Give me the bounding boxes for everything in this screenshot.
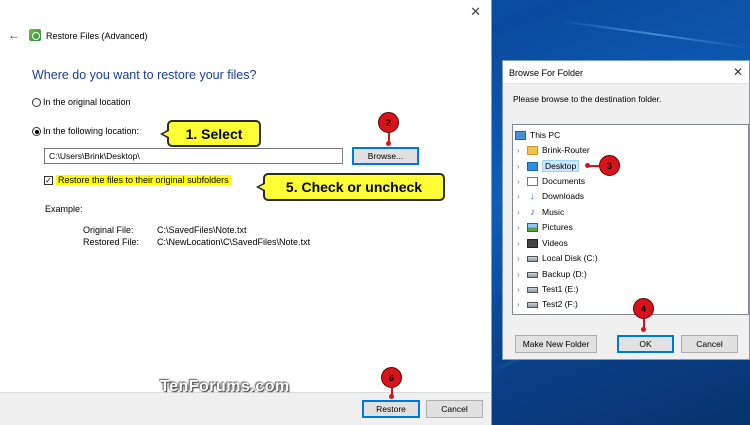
tree-item-desktop[interactable]: › Desktop — [517, 160, 580, 172]
tree-item-music[interactable]: › ♪ Music — [517, 207, 564, 217]
tree-item-label: Test2 (F:) — [542, 299, 578, 309]
pictures-icon — [527, 222, 538, 232]
chevron-right-icon[interactable]: › — [517, 270, 527, 279]
radio-original-location-label[interactable]: In the original location — [43, 97, 131, 107]
make-new-folder-button[interactable]: Make New Folder — [515, 335, 597, 353]
destination-path-input[interactable] — [44, 148, 343, 164]
chevron-right-icon[interactable]: › — [517, 192, 527, 201]
tree-item-label: Desktop — [542, 160, 580, 172]
step-badge-4-dot — [641, 327, 646, 332]
cancel-button[interactable]: Cancel — [681, 335, 738, 353]
tree-item-label: Brink-Router — [542, 145, 590, 155]
chevron-right-icon[interactable]: › — [517, 208, 527, 217]
browse-dialog-title: Browse For Folder — [509, 68, 584, 78]
subfolders-label[interactable]: Restore the files to their original subf… — [56, 175, 231, 185]
tree-item-local-disk-c[interactable]: › Local Disk (C:) — [517, 253, 598, 263]
tree-item-label: Pictures — [542, 222, 573, 232]
step-badge-3: 3 — [599, 155, 620, 176]
drive-icon — [527, 272, 538, 278]
page-heading: Where do you want to restore your files? — [32, 68, 257, 82]
tree-item-documents[interactable]: › Documents — [517, 176, 585, 186]
back-arrow-icon[interactable]: ← — [8, 28, 20, 42]
window-title: Restore Files (Advanced) — [46, 31, 148, 41]
tenforums-watermark: TenForums.com — [160, 378, 290, 395]
tree-item-backup-d[interactable]: › Backup (D:) — [517, 269, 587, 279]
restore-button[interactable]: Restore — [362, 400, 420, 418]
drive-icon — [527, 287, 538, 293]
tree-item-label: Music — [542, 207, 565, 217]
step-badge-6-dot — [389, 394, 394, 399]
tree-item-videos[interactable]: › Videos — [517, 238, 568, 248]
browse-titlebar: Browse For Folder ✕ — [503, 61, 749, 84]
browse-prompt: Please browse to the destination folder. — [513, 94, 662, 104]
chevron-right-icon[interactable]: › — [517, 177, 527, 186]
cancel-button[interactable]: Cancel — [426, 400, 483, 418]
tree-item-this-pc[interactable]: This PC — [515, 130, 560, 140]
callout-select-text: 1. Select — [185, 125, 243, 142]
chevron-right-icon[interactable]: › — [517, 146, 527, 155]
tree-item-label: This PC — [530, 130, 561, 140]
step-badge-6: 6 — [381, 367, 402, 388]
radio-original-location[interactable] — [32, 98, 41, 107]
chevron-right-icon[interactable]: › — [517, 223, 527, 232]
original-file-value: C:\SavedFiles\Note.txt — [157, 225, 247, 235]
restore-files-window: ✕ ← Restore Files (Advanced) Where do yo… — [0, 0, 492, 425]
tree-item-downloads[interactable]: › ↓ Downloads — [517, 191, 584, 201]
step-badge-3-dot — [585, 163, 590, 168]
backup-app-icon — [29, 29, 41, 41]
tree-item-label: Backup (D:) — [542, 269, 587, 279]
network-folder-icon — [527, 145, 538, 155]
tree-item-label: Local Disk (C:) — [542, 253, 598, 263]
step-badge-2-dot — [386, 141, 391, 146]
radio-following-location-label[interactable]: In the following location: — [43, 126, 139, 136]
computer-icon — [515, 130, 526, 140]
ok-button[interactable]: OK — [617, 335, 674, 353]
browse-for-folder-dialog: Browse For Folder ✕ Please browse to the… — [502, 60, 750, 360]
callout-check-uncheck: 5. Check or uncheck — [256, 173, 445, 201]
restored-file-value: C:\NewLocation\C\SavedFiles\Note.txt — [157, 237, 311, 247]
original-file-label: Original File: — [83, 225, 134, 235]
tree-item-pictures[interactable]: › Pictures — [517, 222, 573, 232]
example-label: Example: — [45, 204, 83, 214]
downloads-icon: ↓ — [530, 190, 535, 202]
callout-select: 1. Select — [160, 120, 261, 147]
tree-item-brink-router[interactable]: › Brink-Router — [517, 145, 590, 155]
chevron-right-icon[interactable]: › — [517, 300, 527, 309]
step-badge-2: 2 — [378, 112, 399, 133]
close-icon[interactable]: ✕ — [470, 4, 481, 20]
browse-button[interactable]: Browse... — [352, 147, 419, 165]
chevron-right-icon[interactable]: › — [517, 162, 527, 171]
close-icon[interactable]: ✕ — [733, 65, 743, 79]
documents-icon — [527, 176, 538, 186]
drive-icon — [527, 256, 538, 262]
chevron-right-icon[interactable]: › — [517, 254, 527, 263]
drive-icon — [527, 302, 538, 308]
tree-item-test1-e[interactable]: › Test1 (E:) — [517, 284, 578, 294]
tree-item-label: Videos — [542, 238, 568, 248]
tree-item-label: Documents — [542, 176, 585, 186]
chevron-right-icon[interactable]: › — [517, 239, 527, 248]
callout-check-text: 5. Check or uncheck — [285, 179, 423, 195]
tree-item-test2-f[interactable]: › Test2 (F:) — [517, 299, 578, 309]
music-icon: ♪ — [530, 206, 535, 218]
step-badge-4: 4 — [633, 298, 654, 319]
tree-item-label: Test1 (E:) — [542, 284, 579, 294]
restored-file-label: Restored File: — [83, 237, 140, 247]
chevron-right-icon[interactable]: › — [517, 285, 527, 294]
radio-following-location[interactable] — [32, 127, 41, 136]
subfolders-checkbox[interactable]: ✓ — [44, 176, 53, 185]
videos-icon — [527, 238, 538, 248]
tree-item-label: Downloads — [542, 191, 585, 201]
desktop-folder-icon — [527, 161, 538, 171]
folder-tree[interactable]: This PC › Brink-Router › Desktop › Docum… — [512, 124, 749, 315]
